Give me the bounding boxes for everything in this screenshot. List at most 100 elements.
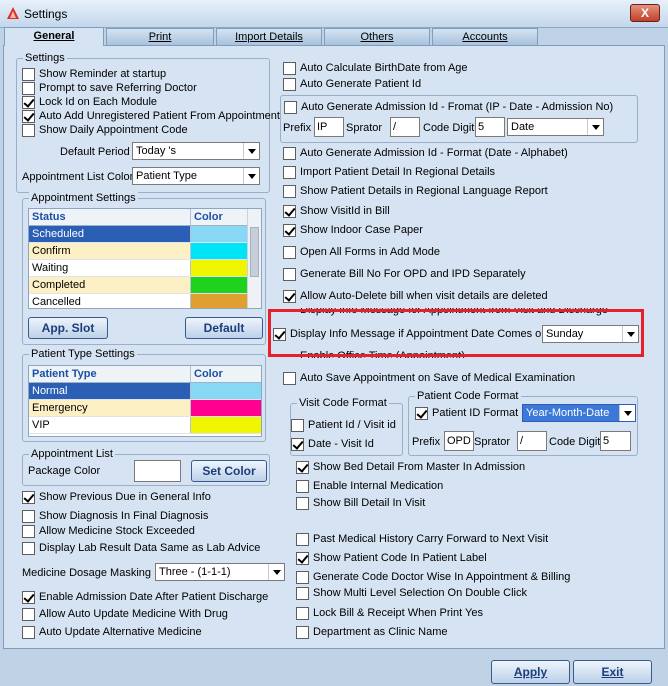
patient-type-row[interactable]: VIP <box>29 417 261 434</box>
color-swatch[interactable] <box>191 294 247 308</box>
admission-code-digit-input[interactable]: 5 <box>475 117 505 137</box>
regional-language-report-checkbox[interactable]: Show Patient Details in Regional Languag… <box>283 184 548 198</box>
department-clinic-name-checkbox[interactable]: Department as Clinic Name <box>296 625 448 639</box>
chevron-down-icon[interactable] <box>587 119 603 135</box>
allow-medicine-stock-checkbox[interactable]: Allow Medicine Stock Exceeded <box>22 524 195 538</box>
patient-type-grid[interactable]: Patient Type Color Normal Emergency VIP <box>28 365 262 437</box>
checkbox-box[interactable] <box>296 532 309 546</box>
show-bill-detail-visit-checkbox[interactable]: Show Bill Detail In Visit <box>296 496 425 510</box>
tab-import-details[interactable]: Import Details <box>216 28 322 45</box>
checkbox-box[interactable] <box>22 81 35 95</box>
close-button[interactable]: X <box>630 4 660 22</box>
checkbox-box[interactable] <box>296 496 309 510</box>
color-swatch[interactable] <box>191 277 247 293</box>
default-period-select[interactable]: Today 's <box>132 142 260 160</box>
auto-calculate-birthdate-checkbox[interactable]: Auto Calculate BirthDate from Age <box>283 61 468 75</box>
tab-others[interactable]: Others <box>324 28 430 45</box>
tab-general[interactable]: General <box>4 27 104 46</box>
checkbox-box[interactable] <box>22 625 35 639</box>
generate-bill-no-checkbox[interactable]: Generate Bill No For OPD and IPD Separat… <box>283 267 526 281</box>
patient-separator-input[interactable]: / <box>517 431 547 451</box>
appointment-status-row[interactable]: Confirm <box>29 243 247 260</box>
auto-generate-admission-id-checkbox[interactable]: Auto Generate Admission Id - Fromat (IP … <box>284 100 613 114</box>
checkbox-box[interactable] <box>296 625 309 639</box>
past-medical-history-checkbox[interactable]: Past Medical History Carry Forward to Ne… <box>296 532 548 546</box>
checkbox-box[interactable] <box>296 551 309 565</box>
auto-update-alternative-medicine-checkbox[interactable]: Auto Update Alternative Medicine <box>22 625 202 639</box>
patient-code-digit-input[interactable]: 5 <box>600 431 631 451</box>
show-indoor-case-paper-checkbox[interactable]: Show Indoor Case Paper <box>283 223 423 237</box>
prompt-referring-doctor-checkbox[interactable]: Prompt to save Referring Doctor <box>22 81 197 95</box>
lock-bill-receipt-checkbox[interactable]: Lock Bill & Receipt When Print Yes <box>296 606 483 620</box>
display-lab-result-checkbox[interactable]: Display Lab Result Data Same as Lab Advi… <box>22 541 260 555</box>
patient-type-row[interactable]: Normal <box>29 383 261 400</box>
checkbox-box[interactable] <box>415 406 428 420</box>
checkbox-box[interactable] <box>22 524 35 538</box>
patient-id-format-checkbox[interactable]: Patient ID Format <box>415 406 518 420</box>
appointment-status-row[interactable]: Waiting <box>29 260 247 277</box>
appt-list-color-select[interactable]: Patient Type <box>132 167 260 185</box>
checkbox-box[interactable] <box>22 123 35 137</box>
checkbox-box[interactable] <box>22 509 35 523</box>
import-regional-details-checkbox[interactable]: Import Patient Detail In Regional Detail… <box>283 165 495 179</box>
checkbox-box[interactable] <box>296 586 309 600</box>
checkbox-box[interactable] <box>22 590 35 604</box>
tab-accounts[interactable]: Accounts <box>432 28 538 45</box>
package-color-swatch[interactable] <box>134 460 181 482</box>
color-swatch[interactable] <box>191 243 247 259</box>
checkbox-box[interactable] <box>283 267 296 281</box>
checkbox-box[interactable] <box>22 607 35 621</box>
show-visitid-in-bill-checkbox[interactable]: Show VisitId in Bill <box>283 204 390 218</box>
show-previous-due-checkbox[interactable]: Show Previous Due in General Info <box>22 490 211 504</box>
multi-level-selection-checkbox[interactable]: Show Multi Level Selection On Double Cli… <box>296 586 527 600</box>
show-diagnosis-checkbox[interactable]: Show Diagnosis In Final Diagnosis <box>22 509 208 523</box>
checkbox-box[interactable] <box>296 460 309 474</box>
auto-add-unregistered-checkbox[interactable]: Auto Add Unregistered Patient From Appoi… <box>22 109 280 123</box>
chevron-down-icon[interactable] <box>243 168 259 184</box>
chevron-down-icon[interactable] <box>619 405 635 421</box>
checkbox-box[interactable] <box>283 289 296 303</box>
app-slot-button[interactable]: App. Slot <box>28 317 108 339</box>
checkbox-box[interactable] <box>283 204 296 218</box>
checkbox-box[interactable] <box>22 490 35 504</box>
medicine-dosage-masking-select[interactable]: Three - (1-1-1) <box>155 563 285 581</box>
checkbox-box[interactable] <box>296 570 309 584</box>
chevron-down-icon[interactable] <box>268 564 284 580</box>
patient-id-format-select[interactable]: Year-Month-Date <box>522 404 636 422</box>
color-swatch[interactable] <box>191 383 261 399</box>
generate-code-doctor-wise-checkbox[interactable]: Generate Code Doctor Wise In Appointment… <box>296 570 570 584</box>
color-swatch[interactable] <box>191 260 247 276</box>
lock-id-checkbox[interactable]: Lock Id on Each Module <box>22 95 157 109</box>
enable-internal-medication-checkbox[interactable]: Enable Internal Medication <box>296 479 443 493</box>
checkbox-box[interactable] <box>291 437 304 451</box>
checkbox-box[interactable] <box>283 165 296 179</box>
admission-prefix-input[interactable]: IP <box>314 117 344 137</box>
default-button[interactable]: Default <box>185 317 263 339</box>
chevron-down-icon[interactable] <box>243 143 259 159</box>
checkbox-box[interactable] <box>22 541 35 555</box>
scrollbar-thumb[interactable] <box>250 227 259 277</box>
checkbox-box[interactable] <box>284 100 297 114</box>
checkbox-box[interactable] <box>283 371 296 385</box>
checkbox-box[interactable] <box>296 606 309 620</box>
show-reminder-checkbox[interactable]: Show Reminder at startup <box>22 67 166 81</box>
checkbox-box[interactable] <box>22 67 35 81</box>
checkbox-box[interactable] <box>283 223 296 237</box>
patient-id-visit-id-option[interactable]: Patient Id / Visit id <box>291 418 396 432</box>
show-patient-code-label-checkbox[interactable]: Show Patient Code In Patient Label <box>296 551 487 565</box>
checkbox-box[interactable] <box>283 146 296 160</box>
allow-auto-delete-bill-checkbox[interactable]: Allow Auto-Delete bill when visit detail… <box>283 289 548 303</box>
apply-button[interactable]: Apply <box>491 660 570 684</box>
checkbox-box[interactable] <box>22 95 35 109</box>
appointment-status-row[interactable]: Scheduled <box>29 226 247 243</box>
auto-generate-patient-id-checkbox[interactable]: Auto Generate Patient Id <box>283 77 421 91</box>
appointment-status-row[interactable]: Cancelled <box>29 294 247 308</box>
show-daily-appt-code-checkbox[interactable]: Show Daily Appointment Code <box>22 123 188 137</box>
patient-prefix-input[interactable]: OPD <box>444 431 474 451</box>
checkbox-box[interactable] <box>283 184 296 198</box>
grid-scrollbar[interactable] <box>247 209 261 308</box>
admission-separator-input[interactable]: / <box>390 117 420 137</box>
admission-date-select[interactable]: Date <box>507 118 604 136</box>
appointment-status-grid[interactable]: Status Color Scheduled Confirm Waiting Compl… <box>28 208 262 309</box>
auto-save-appointment-checkbox[interactable]: Auto Save Appointment on Save of Medical… <box>283 371 575 385</box>
